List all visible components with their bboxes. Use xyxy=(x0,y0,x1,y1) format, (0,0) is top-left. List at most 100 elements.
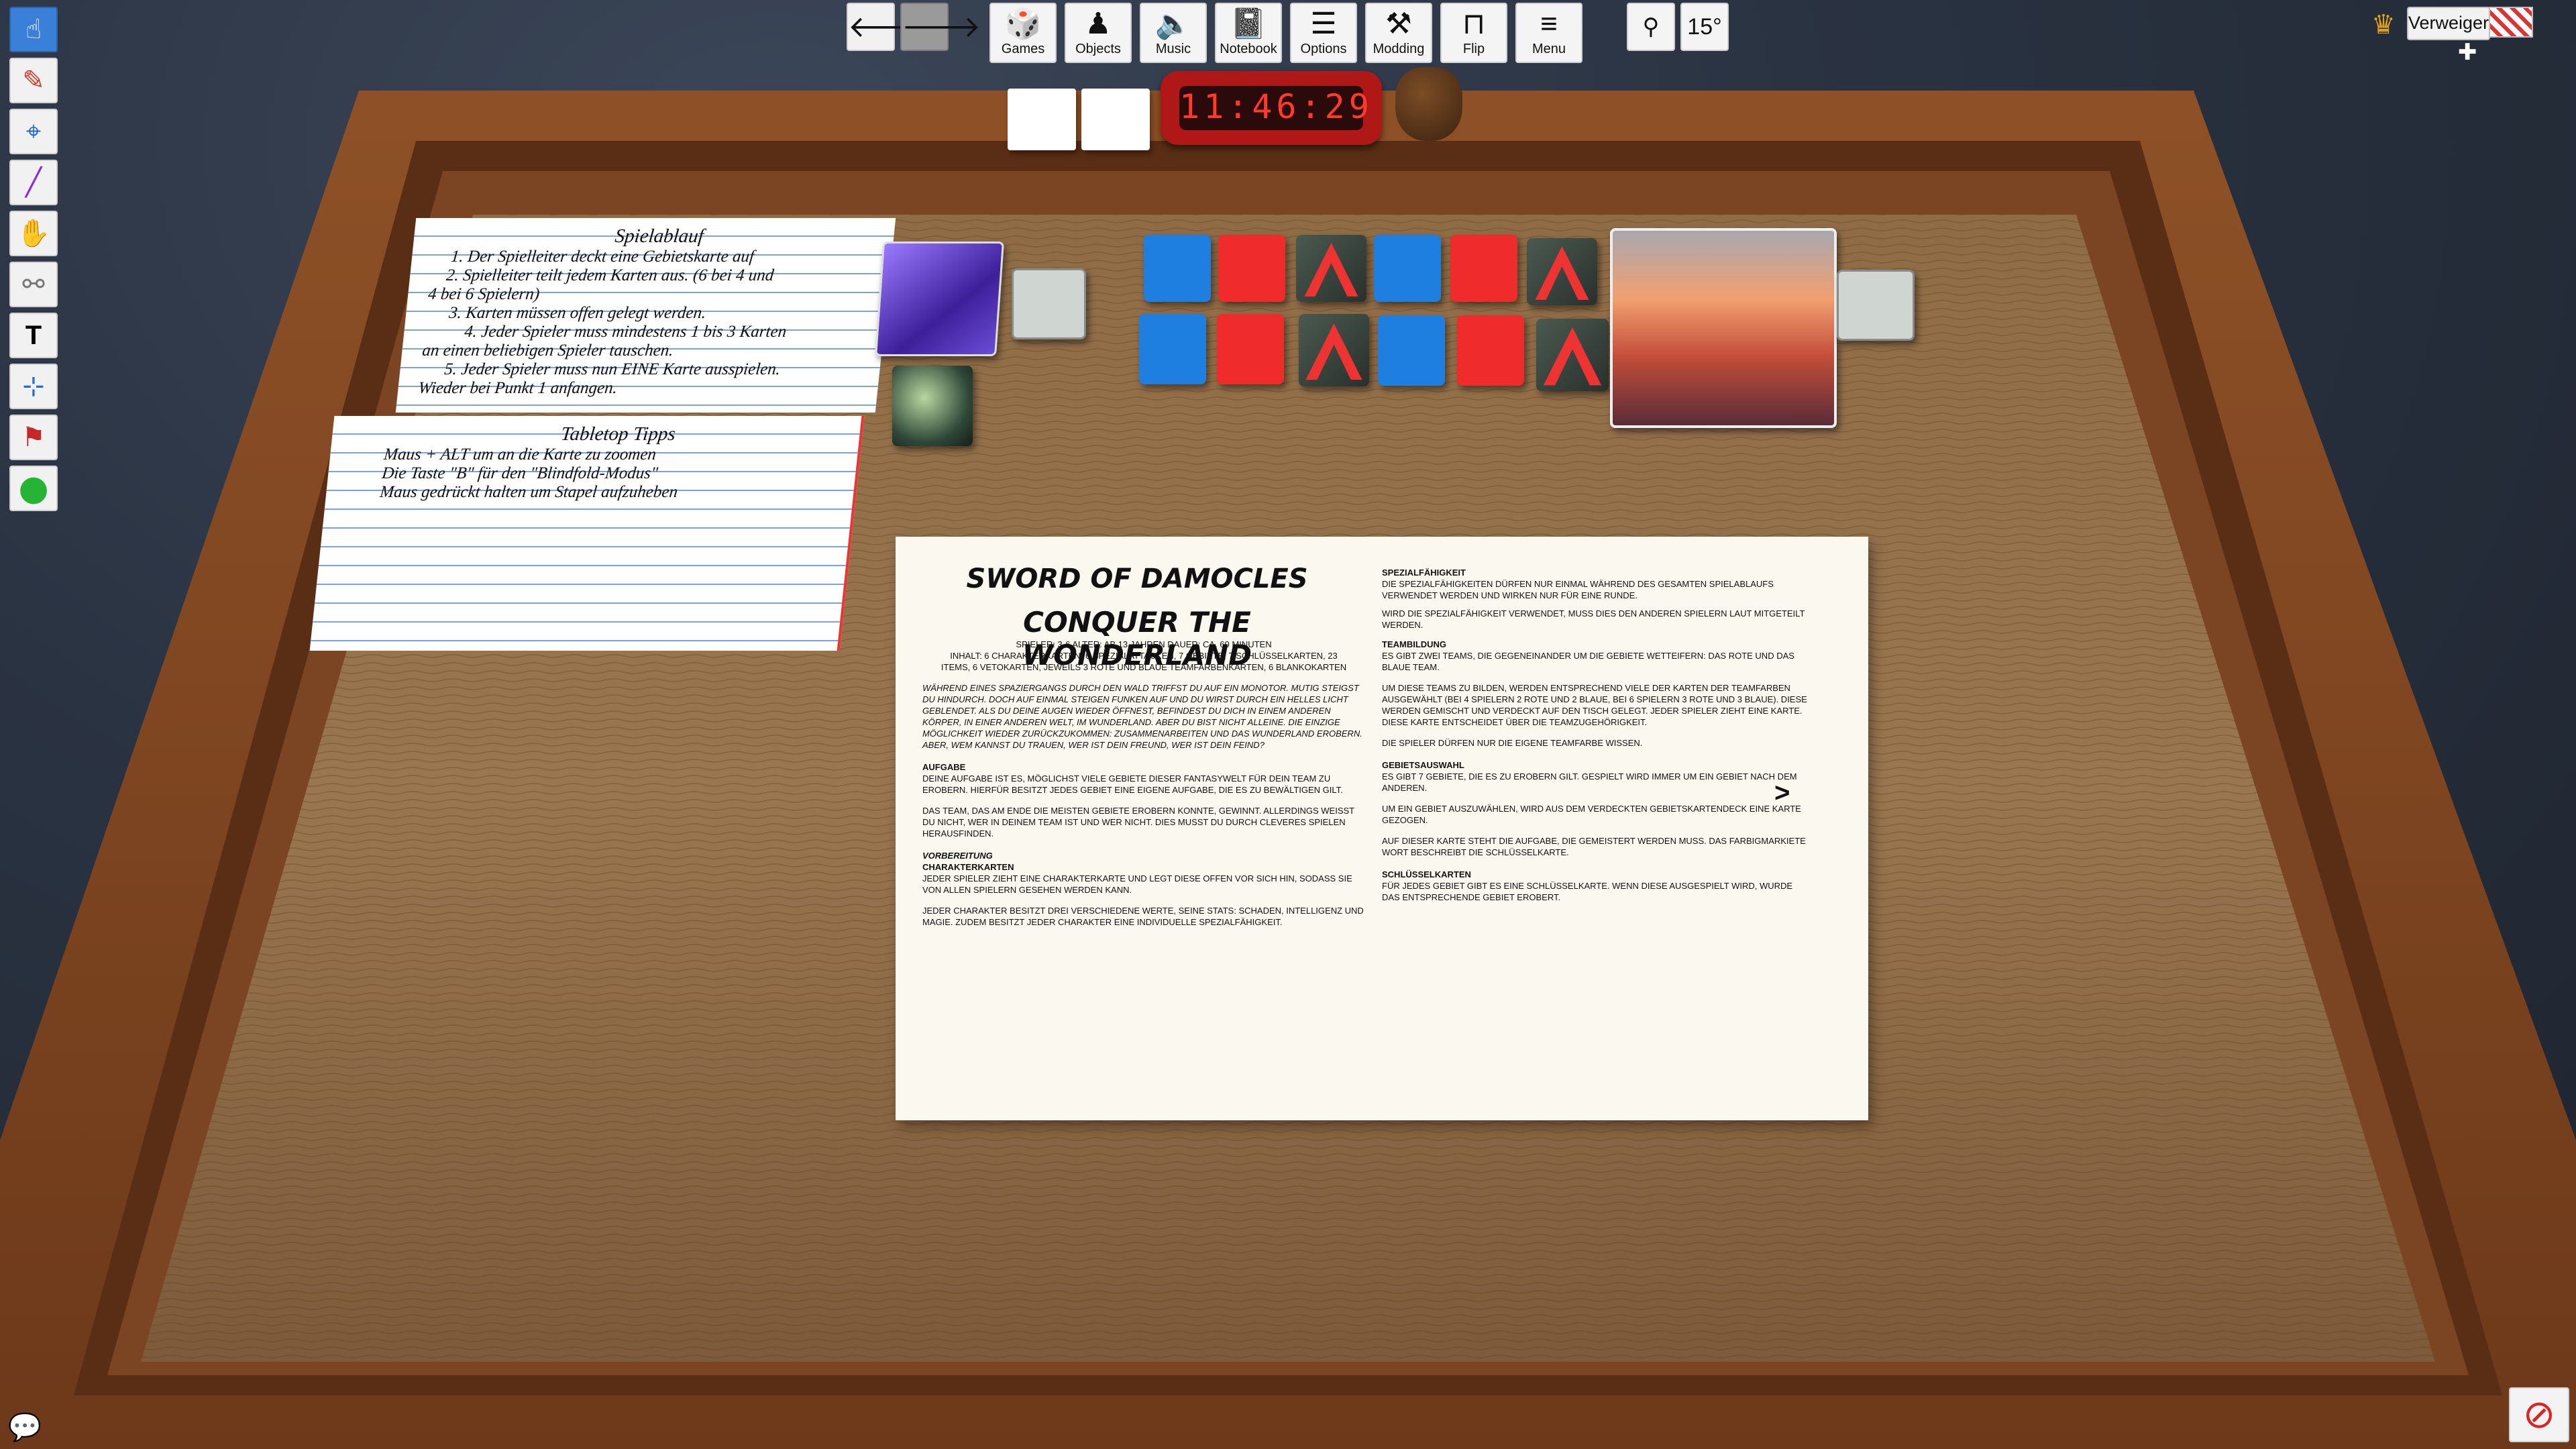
add-player-icon[interactable]: ✚ xyxy=(2458,39,2477,66)
note-spielablauf[interactable]: Spielablauf 1. Der Spielleiter deckt ein… xyxy=(395,218,896,413)
note-title: Spielablauf xyxy=(614,225,705,247)
rulebook-text: DEINE AUFGABE IST ES, MÖGLICHST VIELE GE… xyxy=(922,773,1343,795)
modding-label: Modding xyxy=(1373,42,1425,56)
games-button[interactable]: 🎲 Games xyxy=(989,3,1057,63)
rotation-button[interactable]: 15° xyxy=(1680,3,1729,51)
undo-button[interactable]: 🡐 xyxy=(847,3,927,51)
rulebook-page[interactable]: SWORD OF DAMOCLES CONQUER THE WONDERLAND… xyxy=(896,537,1868,1120)
gizmo-tool[interactable]: ⊹ xyxy=(9,364,58,409)
rulebook-text: UM DIESE TEAMS ZU BILDEN, WERDEN ENTSPRE… xyxy=(1382,683,1807,727)
flip-table-icon: ⊓ xyxy=(1462,7,1486,40)
team-card-red[interactable] xyxy=(1218,235,1285,302)
blank-card-2[interactable] xyxy=(1081,89,1150,150)
blank-card-1[interactable] xyxy=(1008,89,1076,150)
chat-bubble-icon[interactable]: 💬 xyxy=(8,1411,42,1443)
team-card-blue[interactable] xyxy=(1139,314,1206,384)
line-tool[interactable]: ╱ xyxy=(9,160,58,205)
line-icon: ╱ xyxy=(25,167,42,198)
rulebook-heading: TEAMBILDUNG xyxy=(1382,639,1447,649)
note-line: Wieder bei Punkt 1 anfangen. xyxy=(417,379,619,397)
dice-icon: 🎲 xyxy=(1004,7,1042,40)
rulebook-heading: SPEZIALFÄHIGKEIT xyxy=(1382,568,1466,578)
galaxy-card-deck[interactable] xyxy=(892,366,973,446)
area-card-deck[interactable] xyxy=(1610,228,1837,428)
options-label: Options xyxy=(1300,42,1347,56)
player-name-tag[interactable]: Verweigert! xyxy=(2407,7,2499,40)
flip-button[interactable]: ⊓ Flip xyxy=(1440,3,1507,63)
next-page-button[interactable]: > xyxy=(1774,778,1790,808)
veto-card[interactable] xyxy=(1299,314,1369,386)
spike-icon xyxy=(1535,246,1589,300)
stamp-tool[interactable]: ⚑ xyxy=(9,415,58,460)
gravity-button[interactable]: ⚲ xyxy=(1627,3,1675,51)
pointer-hand-icon: ☝ xyxy=(25,14,42,45)
menu-button[interactable]: ≡ Menu xyxy=(1515,3,1582,63)
veto-card[interactable] xyxy=(1296,235,1366,302)
team-card-red[interactable] xyxy=(1217,314,1284,384)
team-card-red[interactable] xyxy=(1450,235,1517,302)
color-tool[interactable]: ● xyxy=(9,466,58,511)
player-color-swatch[interactable] xyxy=(2489,7,2533,38)
notebook-icon: 📓 xyxy=(1230,7,1267,40)
digital-clock[interactable]: 11:46:29 xyxy=(1161,71,1382,145)
note-line: 3. Karten müssen offen gelegt werden. xyxy=(447,304,707,322)
tools-icon: ⚒ xyxy=(1385,7,1412,40)
rulebook-text: AUF DIESER KARTE STEHT DIE AUFGABE, DIE … xyxy=(1382,836,1806,857)
no-entry-button[interactable]: ⊘ xyxy=(2509,1387,2569,1442)
map-pin-icon: ⌖ xyxy=(25,116,42,147)
text-tool-icon: T xyxy=(25,321,42,350)
rulebook-heading: SCHLÜSSELKARTEN xyxy=(1382,869,1471,879)
rulebook-title: SWORD OF DAMOCLES xyxy=(966,564,1308,594)
team-card-blue[interactable] xyxy=(1378,315,1445,386)
rulebook-meta: SPIELER: 3-6 ALTER: AB 13 JAHREN DAUER: … xyxy=(1016,639,1272,649)
veto-card[interactable] xyxy=(1527,238,1597,305)
item-card[interactable] xyxy=(1837,270,1915,341)
rulebook-text: DIE SPEZIALFÄHIGKEITEN DÜRFEN NUR EINMAL… xyxy=(1382,579,1774,600)
joint-tool[interactable]: ⚯ xyxy=(9,262,58,307)
joint-icon: ⚯ xyxy=(22,269,45,300)
rulebook-intro: WÄHREND EINES SPAZIERGANGS DURCH DEN WAL… xyxy=(922,683,1362,750)
item-card[interactable] xyxy=(1012,268,1086,339)
team-card-red[interactable] xyxy=(1457,315,1524,386)
speaker-icon: 🔈 xyxy=(1155,7,1192,40)
spike-icon xyxy=(1304,243,1358,297)
pen-icon: ✎ xyxy=(22,65,45,96)
options-button[interactable]: ☰ Options xyxy=(1290,3,1357,63)
sliders-icon: ☰ xyxy=(1310,7,1337,40)
note-line: 4 bei 6 Spielern) xyxy=(427,285,541,303)
redo-button[interactable]: 🡒 xyxy=(900,3,981,51)
clock-display: 11:46:29 xyxy=(1179,87,1373,126)
rulebook-text: FÜR JEDES GEBIET GIBT ES EINE SCHLÜSSELK… xyxy=(1382,881,1793,902)
dice-bag[interactable] xyxy=(1395,67,1462,141)
objects-label: Objects xyxy=(1075,42,1121,56)
team-card-blue[interactable] xyxy=(1144,235,1211,302)
text-tool[interactable]: T xyxy=(9,313,58,358)
no-entry-icon: ⊘ xyxy=(2522,1391,2556,1437)
note-tabletop-tipps[interactable]: Tabletop Tipps Maus + ALT um an die Kart… xyxy=(309,416,865,651)
pointer-tool[interactable]: ☝ xyxy=(9,7,58,52)
veto-card[interactable] xyxy=(1536,319,1609,391)
note-line: Maus gedrückt halten um Stapel aufzuhebe… xyxy=(379,483,679,501)
gizmo-icon: ⊹ xyxy=(22,371,45,402)
pin-tool[interactable]: ⌖ xyxy=(9,109,58,154)
note-line: 1. Der Spielleiter deckt eine Gebietskar… xyxy=(449,248,755,266)
note-line: an einen beliebigen Spieler tauschen. xyxy=(421,341,675,360)
objects-button[interactable]: ♟ Objects xyxy=(1065,3,1132,63)
flick-icon: ✋ xyxy=(17,218,50,249)
notebook-button[interactable]: 📓 Notebook xyxy=(1215,3,1282,63)
flick-tool[interactable]: ✋ xyxy=(9,211,58,256)
team-card-blue[interactable] xyxy=(1374,235,1441,302)
rulebook-heading: CHARAKTERKARTEN xyxy=(922,862,1014,872)
spike-icon xyxy=(1543,327,1602,386)
pen-tool[interactable]: ✎ xyxy=(9,58,58,103)
purple-card-deck[interactable] xyxy=(875,241,1004,356)
menu-label: Menu xyxy=(1532,42,1566,56)
stamp-icon: ⚑ xyxy=(21,422,46,453)
pawn-icon: ♟ xyxy=(1085,7,1112,40)
green-ball-icon: ● xyxy=(18,468,49,508)
gravity-icon: ⚲ xyxy=(1642,14,1660,40)
music-button[interactable]: 🔈 Music xyxy=(1140,3,1207,63)
games-label: Games xyxy=(1001,42,1045,56)
modding-button[interactable]: ⚒ Modding xyxy=(1365,3,1432,63)
note-line: Die Taste "B" für den "Blindfold-Modus" xyxy=(380,464,659,482)
